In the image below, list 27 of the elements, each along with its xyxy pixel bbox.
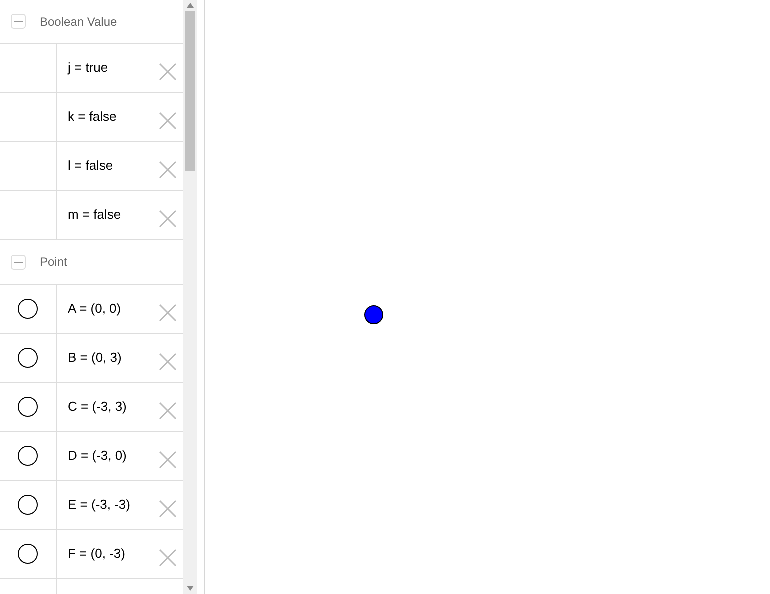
visibility-toggle[interactable] bbox=[18, 299, 38, 319]
visibility-toggle[interactable] bbox=[18, 446, 38, 466]
algebra-entry[interactable]: E = (-3, -3) bbox=[57, 481, 159, 529]
minus-icon bbox=[14, 20, 23, 23]
visibility-toggle[interactable] bbox=[18, 348, 38, 368]
collapse-button[interactable] bbox=[11, 254, 26, 270]
algebra-entry[interactable]: k = false bbox=[57, 93, 159, 141]
algebra-entry[interactable]: C = (-3, 3) bbox=[57, 383, 159, 431]
algebra-entry[interactable]: m = false bbox=[57, 191, 159, 239]
algebra-entry[interactable]: D = (-3, 0) bbox=[57, 432, 159, 480]
group-title: Boolean Value bbox=[40, 14, 118, 30]
algebra-entry[interactable]: B = (0, 3) bbox=[57, 334, 159, 382]
minus-icon bbox=[14, 260, 23, 264]
scrollbar[interactable] bbox=[183, 0, 197, 594]
visibility-toggle[interactable] bbox=[18, 544, 38, 564]
collapse-button[interactable] bbox=[11, 14, 26, 29]
scroll-down-icon[interactable] bbox=[186, 586, 194, 591]
algebra-entry[interactable]: F = (0, -3) bbox=[57, 530, 159, 578]
scroll-up-icon[interactable] bbox=[186, 3, 194, 8]
point-marker[interactable] bbox=[364, 305, 384, 325]
visibility-toggle[interactable] bbox=[18, 397, 38, 417]
algebra-entry[interactable]: A = (0, 0) bbox=[57, 285, 159, 333]
scrollbar-thumb[interactable] bbox=[185, 11, 195, 171]
algebra-entry[interactable]: l = false bbox=[57, 142, 159, 190]
visibility-toggle[interactable] bbox=[18, 495, 38, 515]
group-title: Point bbox=[40, 254, 68, 271]
algebra-entry[interactable]: j = true bbox=[57, 44, 159, 92]
